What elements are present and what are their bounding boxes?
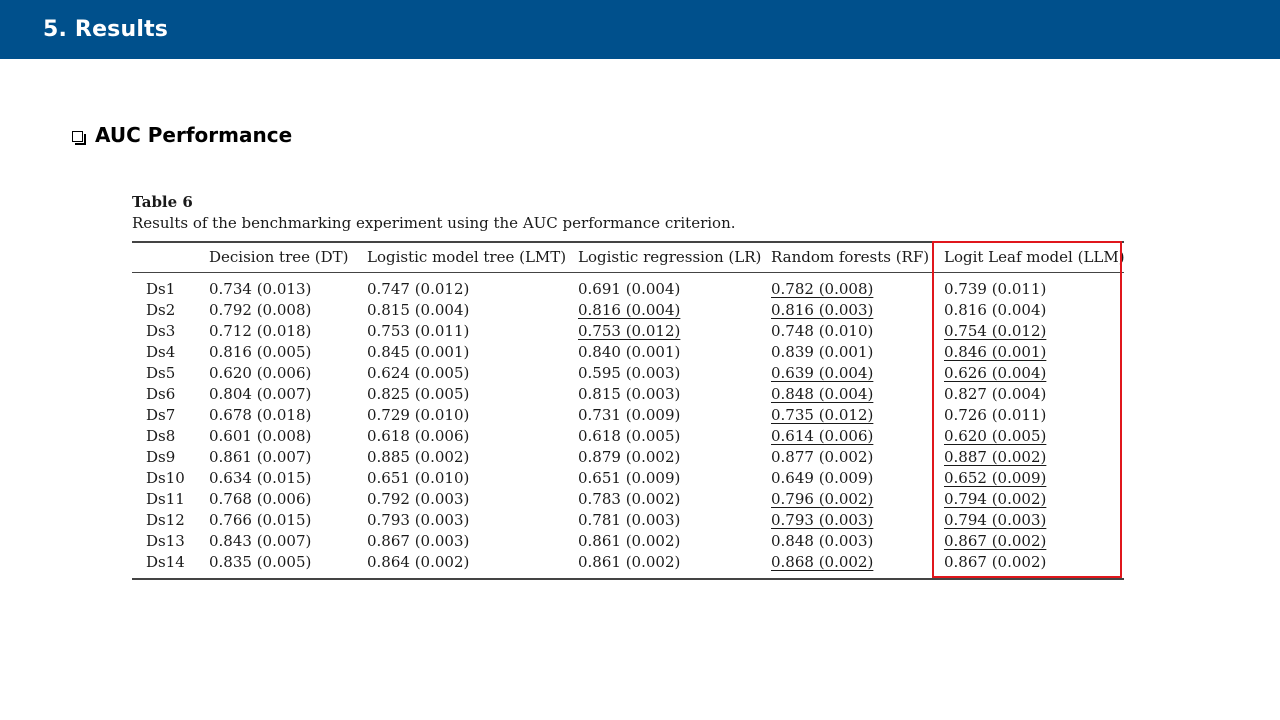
table-cell: 0.624 (0.005)	[367, 364, 470, 382]
table-cell: 0.768 (0.006)	[209, 490, 312, 508]
table-cell: 0.782 (0.008)	[771, 280, 874, 298]
row-label: Ds9	[146, 448, 176, 466]
row-label: Ds2	[146, 301, 176, 319]
row-label: Ds6	[146, 385, 176, 403]
section-bullet: AUC Performance	[72, 122, 292, 148]
table-cell: 0.639 (0.004)	[771, 364, 874, 382]
table-cell: 0.614 (0.006)	[771, 427, 874, 445]
table-cell: 0.618 (0.006)	[367, 427, 470, 445]
column-header: Logistic model tree (LMT)	[367, 248, 567, 266]
row-label: Ds1	[146, 280, 176, 298]
table-cell: 0.879 (0.002)	[578, 448, 681, 466]
llm-column-highlight	[932, 241, 1122, 578]
table-cell: 0.877 (0.002)	[771, 448, 874, 466]
row-label: Ds5	[146, 364, 176, 382]
table-cell: 0.825 (0.005)	[367, 385, 470, 403]
row-label: Ds12	[146, 511, 185, 529]
table-cell: 0.868 (0.002)	[771, 553, 874, 571]
table-cell: 0.691 (0.004)	[578, 280, 681, 298]
table-cell: 0.839 (0.001)	[771, 343, 874, 361]
table-cell: 0.649 (0.009)	[771, 469, 874, 487]
table-cell: 0.793 (0.003)	[771, 511, 874, 529]
table-cell: 0.816 (0.003)	[771, 301, 874, 319]
table-cell: 0.618 (0.005)	[578, 427, 681, 445]
table-cell: 0.793 (0.003)	[367, 511, 470, 529]
table-cell: 0.867 (0.003)	[367, 532, 470, 550]
table-cell: 0.747 (0.012)	[367, 280, 470, 298]
table-cell: 0.753 (0.012)	[578, 322, 681, 340]
table-bottom-rule	[132, 578, 1124, 580]
table-cell: 0.816 (0.004)	[578, 301, 681, 319]
table-cell: 0.748 (0.010)	[771, 322, 874, 340]
table-caption: Results of the benchmarking experiment u…	[132, 214, 736, 232]
row-label: Ds10	[146, 469, 185, 487]
table-cell: 0.595 (0.003)	[578, 364, 681, 382]
checkbox-bullet-icon	[72, 130, 86, 145]
table-cell: 0.861 (0.007)	[209, 448, 312, 466]
table-cell: 0.678 (0.018)	[209, 406, 312, 424]
table-cell: 0.731 (0.009)	[578, 406, 681, 424]
column-header: Logistic regression (LR)	[578, 248, 762, 266]
column-header: Random forests (RF)	[771, 248, 930, 266]
row-label: Ds4	[146, 343, 176, 361]
table-cell: 0.620 (0.006)	[209, 364, 312, 382]
table-cell: 0.766 (0.015)	[209, 511, 312, 529]
table-cell: 0.796 (0.002)	[771, 490, 874, 508]
table-cell: 0.848 (0.003)	[771, 532, 874, 550]
table-cell: 0.781 (0.003)	[578, 511, 681, 529]
table-cell: 0.651 (0.009)	[578, 469, 681, 487]
table-cell: 0.885 (0.002)	[367, 448, 470, 466]
table-cell: 0.861 (0.002)	[578, 532, 681, 550]
table-cell: 0.845 (0.001)	[367, 343, 470, 361]
row-label: Ds8	[146, 427, 176, 445]
table-cell: 0.840 (0.001)	[578, 343, 681, 361]
table-cell: 0.816 (0.005)	[209, 343, 312, 361]
results-table: Table 6 Results of the benchmarking expe…	[132, 193, 1125, 580]
table-cell: 0.783 (0.002)	[578, 490, 681, 508]
column-header: Decision tree (DT)	[209, 248, 349, 266]
table-cell: 0.792 (0.008)	[209, 301, 312, 319]
table-cell: 0.735 (0.012)	[771, 406, 874, 424]
row-label: Ds14	[146, 553, 185, 571]
table-cell: 0.804 (0.007)	[209, 385, 312, 403]
table-cell: 0.835 (0.005)	[209, 553, 312, 571]
table-cell: 0.712 (0.018)	[209, 322, 312, 340]
row-label: Ds7	[146, 406, 176, 424]
table-cell: 0.815 (0.003)	[578, 385, 681, 403]
table-label: Table 6	[132, 193, 193, 211]
table-cell: 0.792 (0.003)	[367, 490, 470, 508]
table-cell: 0.734 (0.013)	[209, 280, 312, 298]
table-cell: 0.729 (0.010)	[367, 406, 470, 424]
row-label: Ds3	[146, 322, 176, 340]
table-cell: 0.651 (0.010)	[367, 469, 470, 487]
table-cell: 0.815 (0.004)	[367, 301, 470, 319]
table-cell: 0.601 (0.008)	[209, 427, 312, 445]
slide-title: 5. Results	[43, 17, 169, 42]
row-label: Ds13	[146, 532, 185, 550]
table-cell: 0.864 (0.002)	[367, 553, 470, 571]
row-label: Ds11	[146, 490, 185, 508]
table-cell: 0.843 (0.007)	[209, 532, 312, 550]
header-bar: 5. Results	[0, 0, 1280, 59]
table-cell: 0.753 (0.011)	[367, 322, 470, 340]
table-cell: 0.634 (0.015)	[209, 469, 312, 487]
section-heading: AUC Performance	[95, 123, 293, 147]
table-cell: 0.861 (0.002)	[578, 553, 681, 571]
table-cell: 0.848 (0.004)	[771, 385, 874, 403]
